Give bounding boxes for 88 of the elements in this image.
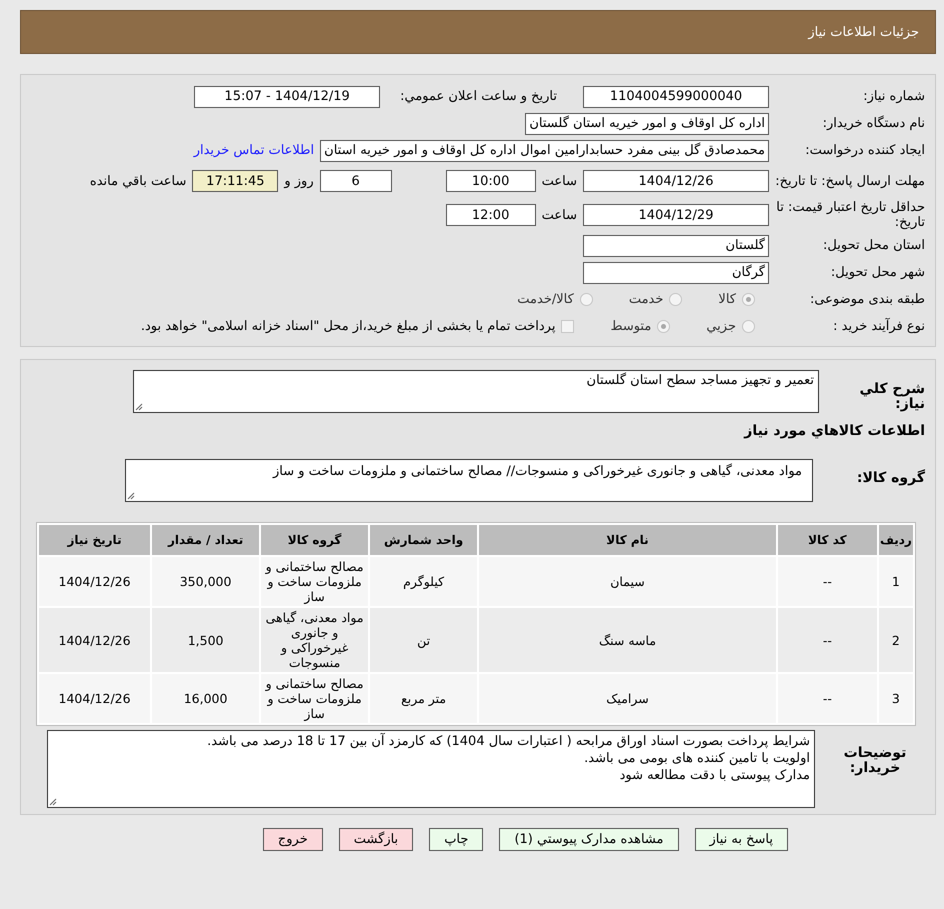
- field-label: توضیحات خریدار:: [842, 744, 908, 776]
- table-cell: تن: [370, 608, 478, 672]
- radio-label: خدمت: [628, 292, 664, 307]
- countdown-field[interactable]: 17:11:45: [192, 170, 278, 192]
- table-cell: 1404/12/26: [39, 608, 150, 672]
- action-button[interactable]: مشاهده مدارک پیوستي (1): [499, 828, 678, 851]
- section-title: اطلاعات کالاهاي مورد نیاز: [742, 423, 925, 439]
- text-field[interactable]: 10:00: [446, 170, 536, 192]
- field-label: گروه کالا:: [856, 468, 925, 486]
- text-field[interactable]: گرگان: [583, 262, 769, 284]
- table-cell: 1: [878, 557, 913, 606]
- field-label: تاریخ و ساعت اعلان عمومي:: [400, 89, 557, 104]
- table-cell: 350,000: [152, 557, 260, 606]
- page-header: جزئیات اطلاعات نیاز: [20, 10, 936, 54]
- note-line: اولویت با تامین کننده های بومی می باشد.: [583, 750, 810, 767]
- action-button[interactable]: چاپ: [429, 828, 484, 851]
- action-button[interactable]: پاسخ به نیاز: [694, 828, 788, 851]
- table-cell: متر مربع: [370, 674, 478, 723]
- text-field[interactable]: 6: [320, 170, 392, 192]
- field-label: استان محل تحویل:: [822, 238, 925, 253]
- field-label: حداقل تاریخ اعتبار قیمت: تا تاریخ:: [775, 200, 925, 230]
- column-header: نام کالا: [479, 525, 776, 555]
- radio-button[interactable]: [742, 320, 755, 333]
- text-field[interactable]: 1404/12/26: [583, 170, 769, 192]
- table-cell: مصالح ساختمانی و ملزومات ساخت و ساز: [261, 557, 368, 606]
- field-label: شماره نیاز:: [862, 89, 925, 104]
- table-cell: 1404/12/26: [39, 557, 150, 606]
- text-field[interactable]: 1404/12/19 - 15:07: [194, 86, 380, 108]
- radio-label: متوسط: [610, 319, 652, 334]
- table-cell: --: [778, 557, 877, 606]
- description-field[interactable]: تعمیر و تجهیز مساجد سطح استان گلستان: [133, 370, 819, 413]
- checkbox-label: پرداخت تمام یا بخشی از مبلغ خرید،از محل "اسناد خزانه اسلامی" خواهد بود.: [140, 319, 556, 334]
- table-cell: 3: [878, 674, 913, 723]
- field-label: ایجاد کننده درخواست:: [804, 143, 925, 158]
- table-cell: کیلوگرم: [370, 557, 478, 606]
- table-cell: --: [778, 608, 877, 672]
- notes-field[interactable]: شرایط پرداخت بصورت اسناد اوراق مرابحه ( اعتبارات سال 1404) که کارمزد آن بین 17 تا 18 درصد می باشد. اولویت با تامین کننده های بومی می باشد. مدارک پیوستی با دقت مطالعه شود: [47, 730, 815, 808]
- table-cell: ماسه سنگ: [479, 608, 776, 672]
- radio-button[interactable]: [580, 293, 593, 306]
- field-label: شرح کلي نیاز:: [858, 380, 925, 412]
- note-line: مدارک پیوستی با دقت مطالعه شود: [618, 767, 810, 784]
- text-field[interactable]: 1104004599000040: [583, 86, 769, 108]
- field-text: تعمیر و تجهیز مساجد سطح استان گلستان: [586, 373, 814, 388]
- radio-button[interactable]: [657, 320, 670, 333]
- text-field[interactable]: 1404/12/29: [583, 204, 769, 226]
- column-header: واحد شمارش: [370, 525, 478, 555]
- text-field[interactable]: محمدصادق گل بینی مفرد حسابدارامین اموال اداره کل اوقاف و امور خیریه استان: [320, 140, 769, 162]
- goods-group-field[interactable]: مواد معدنی، گیاهی و جانوری غیرخوراکی و منسوجات// مصالح ساختمانی و ملزومات ساخت و ساز: [125, 459, 813, 502]
- checkbox[interactable]: [561, 320, 574, 333]
- table-cell: مصالح ساختمانی و ملزومات ساخت و ساز: [261, 674, 368, 723]
- table-cell: 16,000: [152, 674, 260, 723]
- text-field[interactable]: 12:00: [446, 204, 536, 226]
- radio-label: جزيي: [706, 319, 736, 334]
- contact-link[interactable]: اطلاعات تماس خریدار: [194, 143, 314, 158]
- radio-button[interactable]: [669, 293, 682, 306]
- table-cell: مواد معدنی، گیاهی و جانوری غیرخوراکی و منسوجات: [261, 608, 368, 672]
- table-cell: سرامیک: [479, 674, 776, 723]
- field-label: شهر محل تحویل:: [830, 265, 925, 280]
- field-label: روز و: [284, 174, 314, 188]
- table-cell: --: [778, 674, 877, 723]
- resize-grip-icon[interactable]: [49, 798, 57, 806]
- column-header: تعداد / مقدار: [152, 525, 260, 555]
- table-cell: 1404/12/26: [39, 674, 150, 723]
- field-label: ساعت: [542, 208, 577, 222]
- column-header: ردیف: [878, 525, 913, 555]
- column-header: گروه کالا: [261, 525, 368, 555]
- field-label: ساعت باقي مانده: [90, 174, 186, 188]
- resize-grip-icon[interactable]: [127, 492, 135, 500]
- field-label: نوع فرآیند خرید :: [832, 319, 925, 334]
- note-line: شرایط پرداخت بصورت اسناد اوراق مرابحه ( اعتبارات سال 1404) که کارمزد آن بین 17 تا 18 درصد می باشد.: [206, 733, 810, 750]
- text-field[interactable]: اداره کل اوقاف و امور خیریه استان گلستان: [525, 112, 769, 134]
- field-label: طبقه بندی موضوعی:: [808, 292, 925, 307]
- action-button[interactable]: بازگشت: [338, 828, 414, 851]
- text-field[interactable]: گلستان: [583, 234, 769, 256]
- radio-label: کالا: [718, 292, 736, 307]
- field-label: مهلت ارسال پاسخ: تا تاریخ:: [775, 174, 925, 188]
- column-header: کد کالا: [778, 525, 877, 555]
- table-cell: 1,500: [152, 608, 260, 672]
- table-cell: 2: [878, 608, 913, 672]
- field-text: مواد معدنی، گیاهی و جانوری غیرخوراکی و منسوجات// مصالح ساختمانی و ملزومات ساخت و ساز: [272, 464, 802, 479]
- radio-label: کالا/خدمت: [517, 292, 574, 307]
- action-button[interactable]: خروج: [262, 828, 323, 851]
- field-label: ساعت: [542, 174, 577, 188]
- column-header: تاریخ نیاز: [39, 525, 150, 555]
- table-cell: سیمان: [479, 557, 776, 606]
- radio-button[interactable]: [742, 293, 755, 306]
- resize-grip-icon[interactable]: [135, 403, 143, 411]
- field-label: نام دستگاه خریدار:: [822, 116, 925, 131]
